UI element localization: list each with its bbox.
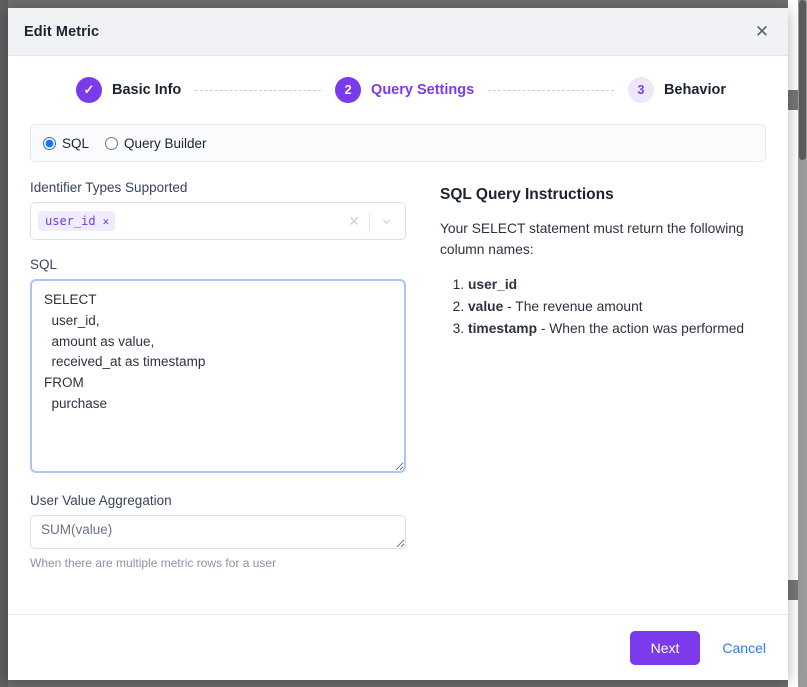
user-value-aggregation-input[interactable]: [30, 515, 406, 549]
radio-input-sql[interactable]: [43, 136, 56, 150]
backdrop-content-strip-3: [788, 600, 798, 687]
sql-label: SQL: [30, 257, 58, 272]
required-column-item: timestamp - When the action was performe…: [468, 318, 766, 339]
step-badge-2: 2: [335, 77, 362, 103]
backdrop-content-strip-2: [788, 110, 798, 580]
radio-option-sql[interactable]: SQL: [43, 136, 89, 151]
instructions-intro: Your SELECT statement must return the fo…: [440, 221, 744, 257]
step-connector-2: [488, 89, 614, 91]
step-query-settings[interactable]: 2 Query Settings: [335, 77, 474, 103]
required-column-name: user_id: [468, 277, 518, 292]
wizard-stepper: ✓ Basic Info 2 Query Settings 3 Behavior: [30, 56, 766, 124]
identifier-tag-label: user_id: [45, 214, 96, 228]
edit-metric-dialog: Edit Metric ✕ ✓ Basic Info 2 Query Setti…: [8, 8, 788, 680]
step-connector-1: [195, 89, 322, 91]
dialog-title: Edit Metric: [24, 23, 100, 40]
instructions-title: SQL Query Instructions: [440, 186, 614, 203]
instructions-column: SQL Query Instructions Your SELECT state…: [406, 180, 766, 570]
dialog-footer: Next Cancel: [8, 614, 788, 680]
dialog-header: Edit Metric ✕: [8, 8, 788, 56]
radio-label-sql: SQL: [62, 135, 90, 151]
radio-input-query-builder[interactable]: [105, 136, 119, 150]
required-column-desc: - When the action was performed: [537, 321, 745, 336]
step-label-behavior: Behavior: [663, 82, 726, 98]
identifier-types-label: Identifier Types Supported: [30, 180, 188, 195]
dialog-body: ✓ Basic Info 2 Query Settings 3 Behavior…: [8, 56, 788, 614]
required-column-desc: - The revenue amount: [503, 299, 643, 314]
step-behavior[interactable]: 3 Behavior: [627, 77, 726, 103]
required-column-item: user_id: [468, 274, 766, 295]
aggregation-hint: When there are multiple metric rows for …: [30, 556, 277, 570]
form-column: Identifier Types Supported user_id ✕ ✕ S…: [30, 180, 406, 570]
backdrop-left-strip: [0, 0, 8, 687]
next-button[interactable]: Next: [629, 630, 701, 665]
page-scrollbar-thumb[interactable]: [799, 0, 806, 160]
query-source-panel: SQL Query Builder: [30, 124, 766, 162]
radio-option-query-builder[interactable]: Query Builder: [105, 136, 207, 151]
close-icon[interactable]: ✕: [750, 20, 774, 44]
required-column-item: value - The revenue amount: [468, 296, 766, 317]
chevron-down-icon[interactable]: [370, 215, 403, 228]
user-value-aggregation-label: User Value Aggregation: [30, 493, 172, 508]
step-badge-3: 3: [627, 77, 654, 103]
required-column-name: timestamp: [468, 321, 538, 336]
clear-selection-icon[interactable]: ✕: [339, 214, 369, 228]
identifier-types-select[interactable]: user_id ✕ ✕: [30, 202, 406, 240]
required-columns-list: user_id value - The revenue amount times…: [440, 274, 766, 339]
step-basic-info[interactable]: ✓ Basic Info: [76, 77, 181, 103]
two-column-layout: Identifier Types Supported user_id ✕ ✕ S…: [30, 180, 766, 570]
identifier-tag-remove-icon[interactable]: ✕: [103, 215, 110, 228]
step-label-basic-info: Basic Info: [112, 82, 182, 98]
step-label-query-settings: Query Settings: [371, 82, 475, 98]
sql-input[interactable]: [30, 279, 406, 473]
step-badge-1: ✓: [76, 77, 102, 103]
page-scrollbar-track[interactable]: [798, 0, 807, 687]
required-column-name: value: [468, 299, 504, 314]
radio-label-query-builder: Query Builder: [124, 135, 207, 151]
cancel-button[interactable]: Cancel: [722, 640, 766, 656]
identifier-tag-user-id[interactable]: user_id ✕: [38, 211, 116, 231]
backdrop-content-strip-1: [788, 0, 798, 90]
